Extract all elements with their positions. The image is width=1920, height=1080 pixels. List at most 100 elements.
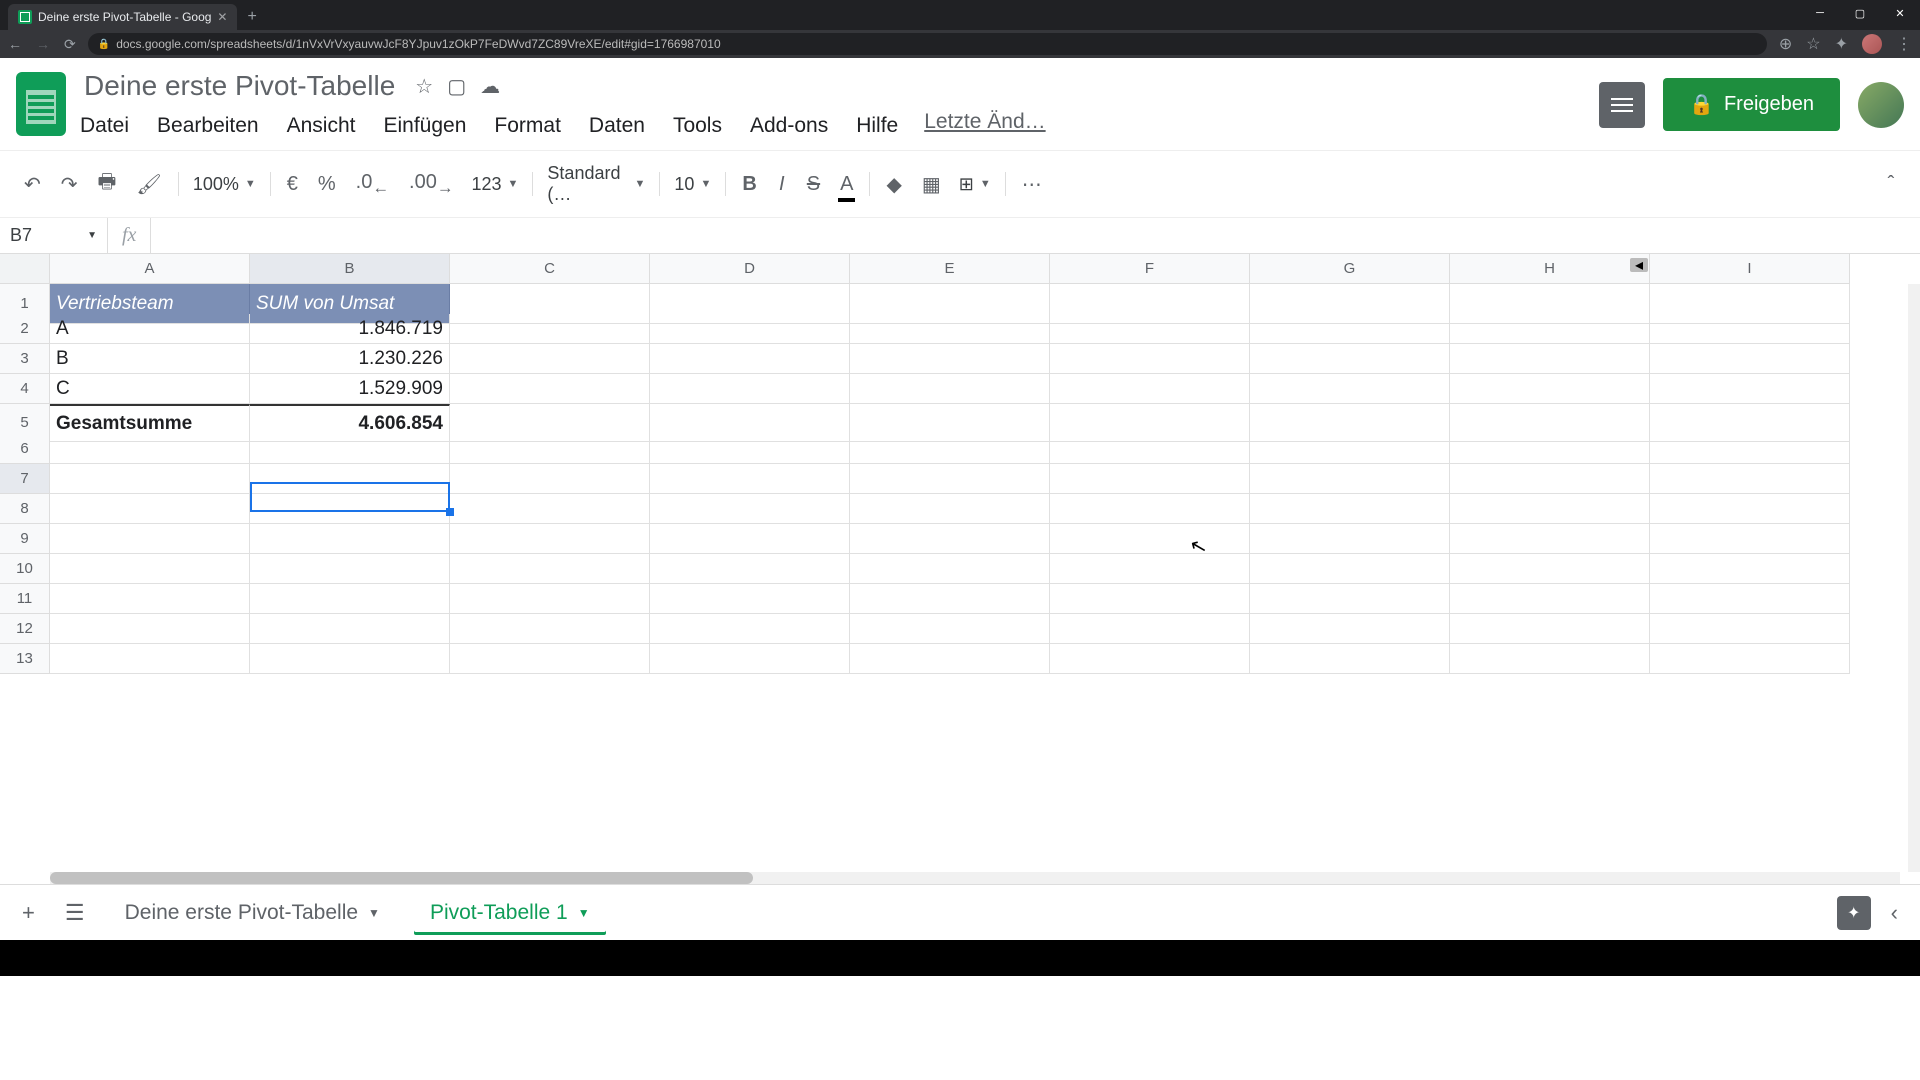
cell[interactable]	[1650, 644, 1850, 674]
cell-b2[interactable]: 1.846.719	[250, 314, 450, 344]
bookmark-icon[interactable]: ☆	[1806, 34, 1820, 54]
menu-view[interactable]: Ansicht	[285, 110, 358, 142]
cell[interactable]	[1050, 644, 1250, 674]
window-minimize[interactable]: ─	[1800, 0, 1840, 26]
cell-a4[interactable]: C	[50, 374, 250, 404]
redo-button[interactable]: ↷	[53, 166, 86, 203]
cell[interactable]	[250, 434, 450, 464]
cell[interactable]	[1450, 524, 1650, 554]
cell[interactable]	[850, 374, 1050, 404]
chrome-profile-avatar[interactable]	[1862, 34, 1882, 54]
nav-reload-icon[interactable]: ⟳	[64, 36, 76, 53]
cell[interactable]	[1050, 464, 1250, 494]
col-header-a[interactable]: A	[50, 254, 250, 284]
menu-addons[interactable]: Add-ons	[748, 110, 830, 142]
cell[interactable]	[1250, 434, 1450, 464]
cell[interactable]	[650, 494, 850, 524]
cell[interactable]	[1450, 554, 1650, 584]
cell[interactable]	[50, 434, 250, 464]
cell[interactable]	[450, 614, 650, 644]
url-box[interactable]: 🔒 docs.google.com/spreadsheets/d/1nVxVrV…	[88, 33, 1767, 55]
cell[interactable]	[1050, 374, 1250, 404]
cell[interactable]	[1050, 494, 1250, 524]
undo-button[interactable]: ↶	[16, 166, 49, 203]
cell[interactable]	[650, 464, 850, 494]
cell[interactable]	[1650, 494, 1850, 524]
nav-forward-icon[interactable]: →	[36, 36, 50, 53]
cell[interactable]	[450, 524, 650, 554]
cell[interactable]	[450, 344, 650, 374]
cell-a2[interactable]: A	[50, 314, 250, 344]
cell[interactable]	[650, 374, 850, 404]
col-header-c[interactable]: C	[450, 254, 650, 284]
cloud-status-icon[interactable]: ☁	[480, 74, 500, 99]
cell[interactable]	[50, 614, 250, 644]
cell[interactable]	[1050, 434, 1250, 464]
cell-a3[interactable]: B	[50, 344, 250, 374]
cell[interactable]	[1050, 524, 1250, 554]
window-close[interactable]: ✕	[1880, 0, 1920, 26]
cell[interactable]	[50, 524, 250, 554]
row-header[interactable]: 4	[0, 374, 50, 404]
cell[interactable]	[250, 614, 450, 644]
spreadsheet-grid[interactable]: A B C D E F G H I 1 Vertriebsteam SUM vo…	[0, 254, 1920, 884]
cell[interactable]	[250, 524, 450, 554]
cell[interactable]	[250, 584, 450, 614]
select-all-corner[interactable]	[0, 254, 50, 284]
cell[interactable]	[50, 584, 250, 614]
tab-close-icon[interactable]: ✕	[217, 10, 227, 24]
cell[interactable]	[650, 644, 850, 674]
cell[interactable]	[1650, 524, 1850, 554]
decrease-decimals-button[interactable]: .0←	[348, 165, 397, 204]
cell[interactable]	[50, 554, 250, 584]
name-box[interactable]: B7 ▼	[0, 218, 108, 253]
extensions-icon[interactable]: ✦	[1835, 34, 1848, 54]
cell[interactable]	[1650, 344, 1850, 374]
cell[interactable]	[1650, 314, 1850, 344]
sidepanel-toggle[interactable]: ‹	[1885, 894, 1904, 932]
cell[interactable]	[1250, 314, 1450, 344]
horizontal-scrollbar[interactable]	[50, 872, 1900, 884]
font-size-select[interactable]: 10 ▼	[668, 170, 717, 199]
menu-tools[interactable]: Tools	[671, 110, 724, 142]
chrome-menu-icon[interactable]: ⋮	[1896, 34, 1912, 54]
row-header[interactable]: 10	[0, 554, 50, 584]
menu-edit[interactable]: Bearbeiten	[155, 110, 261, 142]
cell[interactable]	[850, 494, 1050, 524]
cell[interactable]	[850, 434, 1050, 464]
cell[interactable]	[850, 644, 1050, 674]
cell[interactable]	[1050, 314, 1250, 344]
menu-data[interactable]: Daten	[587, 110, 647, 142]
menu-insert[interactable]: Einfügen	[381, 110, 468, 142]
cell[interactable]	[850, 554, 1050, 584]
percent-button[interactable]: %	[310, 167, 344, 202]
last-edit-link[interactable]: Letzte Änd…	[924, 110, 1045, 142]
currency-button[interactable]: €	[279, 167, 306, 202]
cell[interactable]	[1250, 374, 1450, 404]
row-header[interactable]: 13	[0, 644, 50, 674]
cell[interactable]	[1450, 374, 1650, 404]
cell[interactable]	[1450, 464, 1650, 494]
explore-button[interactable]	[1837, 896, 1871, 930]
row-header[interactable]: 3	[0, 344, 50, 374]
menu-format[interactable]: Format	[492, 110, 563, 142]
row-header[interactable]: 12	[0, 614, 50, 644]
add-sheet-button[interactable]: +	[16, 894, 41, 932]
cell[interactable]	[850, 464, 1050, 494]
row-header[interactable]: 9	[0, 524, 50, 554]
comments-button[interactable]	[1599, 82, 1645, 128]
cell[interactable]	[650, 584, 850, 614]
cell[interactable]	[1250, 614, 1450, 644]
cell[interactable]	[1650, 554, 1850, 584]
menu-help[interactable]: Hilfe	[854, 110, 900, 142]
cell[interactable]	[1050, 554, 1250, 584]
borders-button[interactable]: ▦	[914, 166, 949, 203]
cell[interactable]	[50, 464, 250, 494]
browser-tab[interactable]: Deine erste Pivot-Tabelle - Goog ✕	[8, 4, 237, 30]
col-header-g[interactable]: G	[1250, 254, 1450, 284]
cell[interactable]	[650, 524, 850, 554]
cell[interactable]	[50, 644, 250, 674]
star-icon[interactable]: ☆	[415, 74, 433, 99]
cell[interactable]	[650, 614, 850, 644]
sheet-tab-1[interactable]: Deine erste Pivot-Tabelle ▼	[109, 891, 396, 935]
